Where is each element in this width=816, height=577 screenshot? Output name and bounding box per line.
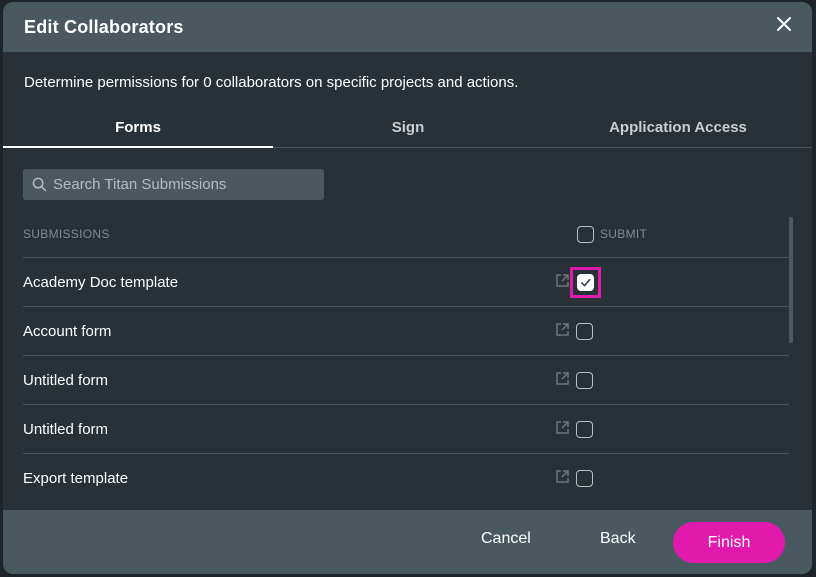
- submission-name: Academy Doc template: [23, 274, 179, 291]
- external-link-icon: [556, 372, 569, 385]
- submit-checkbox[interactable]: [576, 372, 593, 389]
- dialog-footer: Cancel Back Finish: [3, 510, 812, 574]
- open-external-link[interactable]: [555, 371, 570, 386]
- edit-collaborators-dialog: Edit Collaborators Determine permissions…: [3, 2, 812, 574]
- close-button[interactable]: [774, 14, 794, 34]
- cancel-button[interactable]: Cancel: [481, 530, 531, 548]
- submit-column-header: SUBMIT: [577, 225, 647, 243]
- checkmark-icon: [581, 278, 591, 287]
- submission-name: Export template: [23, 470, 129, 487]
- submission-name: Untitled form: [23, 421, 109, 438]
- search-box: [23, 169, 324, 200]
- tab-sign[interactable]: Sign: [273, 110, 543, 148]
- submit-all-checkbox[interactable]: [577, 225, 594, 243]
- external-link-icon: [556, 421, 569, 434]
- table-row: Account form: [23, 307, 789, 356]
- close-icon: [777, 17, 791, 31]
- back-button[interactable]: Back: [600, 530, 636, 548]
- submit-checkbox[interactable]: [576, 323, 593, 340]
- tab-bar: Forms Sign Application Access: [3, 110, 812, 148]
- column-header-submit: SUBMIT: [600, 227, 648, 241]
- search-input[interactable]: [53, 169, 318, 200]
- dialog-title: Edit Collaborators: [24, 17, 184, 37]
- open-external-link[interactable]: [555, 420, 570, 435]
- table-row: Export template: [23, 454, 789, 503]
- table-row: Untitled form: [23, 356, 789, 405]
- list-scrollbar[interactable]: [789, 217, 793, 343]
- table-row: Academy Doc template: [23, 258, 789, 307]
- open-external-link[interactable]: [555, 469, 570, 484]
- tab-application-access[interactable]: Application Access: [543, 110, 812, 148]
- checkbox-focus-ring: [570, 267, 601, 298]
- submissions-list: Academy Doc template Account form Untitl…: [23, 258, 789, 503]
- submission-name: Account form: [23, 323, 112, 340]
- submit-checkbox[interactable]: [576, 470, 593, 487]
- submission-name: Untitled form: [23, 372, 109, 389]
- external-link-icon: [556, 323, 569, 336]
- submit-checkbox[interactable]: [576, 421, 593, 438]
- external-link-icon: [556, 470, 569, 483]
- submit-checkbox[interactable]: [577, 274, 594, 291]
- column-header-submissions: SUBMISSIONS: [23, 227, 110, 241]
- dialog-header: Edit Collaborators: [3, 2, 812, 52]
- external-link-icon: [556, 274, 569, 287]
- tab-forms[interactable]: Forms: [3, 110, 273, 148]
- open-external-link[interactable]: [555, 322, 570, 337]
- dialog-description: Determine permissions for 0 collaborator…: [24, 74, 519, 91]
- search-icon: [32, 177, 47, 192]
- table-header: SUBMISSIONS SUBMIT: [23, 220, 789, 258]
- open-external-link[interactable]: [555, 273, 570, 288]
- finish-button[interactable]: Finish: [673, 522, 785, 563]
- table-row: Untitled form: [23, 405, 789, 454]
